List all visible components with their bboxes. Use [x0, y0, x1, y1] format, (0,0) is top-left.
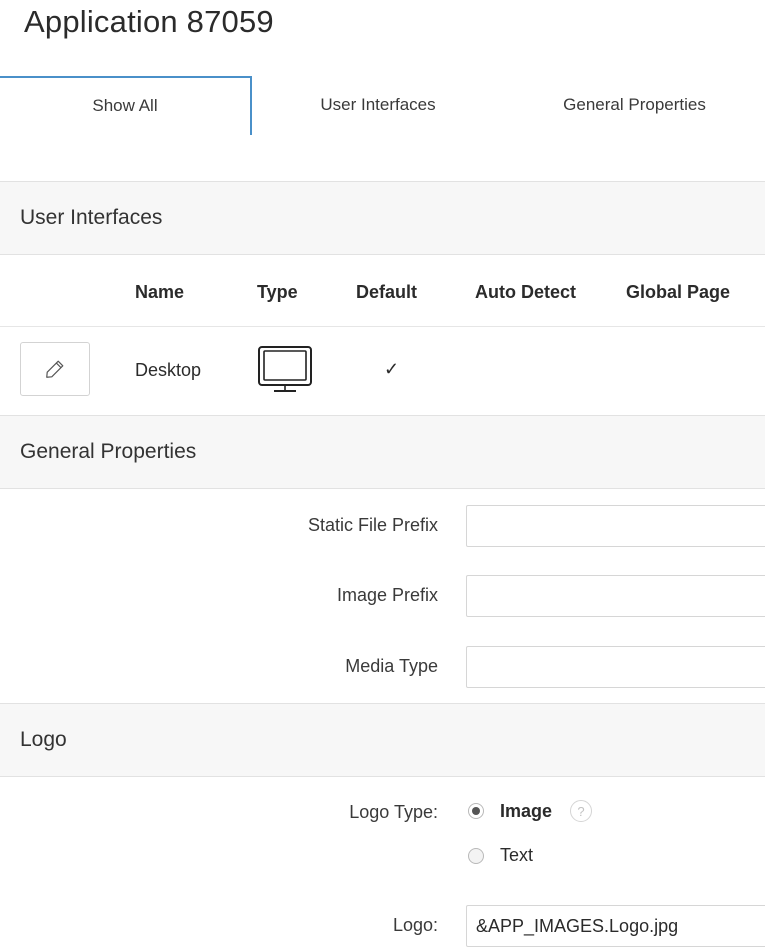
logo-input[interactable]	[466, 905, 765, 947]
media-type-row: Media Type	[0, 646, 765, 690]
static-file-prefix-row: Static File Prefix	[0, 505, 765, 549]
section-title: Logo	[20, 728, 67, 751]
media-type-label: Media Type	[345, 656, 438, 676]
tab-show-all[interactable]: Show All	[0, 76, 252, 135]
column-header-global-page: Global Page	[626, 282, 731, 302]
static-file-prefix-input[interactable]	[466, 505, 765, 547]
ui-name-cell: Desktop	[135, 360, 202, 380]
logo-type-text-option[interactable]: Text	[468, 845, 533, 866]
section-title: General Properties	[20, 440, 197, 463]
section-header-general-properties: General Properties	[0, 415, 765, 489]
logo-type-image-option[interactable]: Image ?	[468, 800, 593, 822]
radio-image-label: Image	[500, 800, 553, 821]
table-row: Desktop ✓	[0, 327, 765, 416]
radio-image[interactable]	[468, 803, 484, 819]
application-page: Application 87059 Show All User Interfac…	[0, 0, 765, 947]
image-prefix-row: Image Prefix	[0, 575, 765, 619]
logo-type-label: Logo Type:	[349, 802, 438, 822]
section-header-logo: Logo	[0, 703, 765, 777]
page-title: Application 87059	[24, 4, 274, 39]
tab-general-properties[interactable]: General Properties	[504, 76, 765, 133]
pencil-icon	[46, 360, 64, 378]
static-file-prefix-label: Static File Prefix	[307, 515, 438, 535]
media-type-input[interactable]	[466, 646, 765, 688]
desktop-monitor-icon	[257, 345, 313, 400]
column-header-default: Default	[356, 282, 418, 302]
edit-button[interactable]	[20, 342, 90, 396]
table-header-row: Name Type Default Auto Detect Global Pag…	[0, 254, 765, 327]
logo-label: Logo:	[392, 915, 438, 935]
image-prefix-label: Image Prefix	[336, 585, 438, 605]
section-title: User Interfaces	[20, 206, 163, 229]
default-checkmark: ✓	[384, 359, 400, 379]
column-header-auto-detect: Auto Detect	[475, 282, 577, 302]
tab-bar: Show All User Interfaces General Propert…	[0, 76, 765, 135]
section-header-user-interfaces: User Interfaces	[0, 181, 765, 255]
tab-user-interfaces[interactable]: User Interfaces	[252, 76, 504, 133]
user-interfaces-table: Name Type Default Auto Detect Global Pag…	[0, 254, 765, 416]
column-header-type: Type	[257, 282, 298, 302]
help-icon[interactable]: ?	[570, 800, 593, 822]
radio-text-label: Text	[500, 845, 534, 865]
radio-text[interactable]	[468, 847, 484, 864]
column-header-name: Name	[135, 282, 185, 302]
image-prefix-input[interactable]	[466, 575, 765, 617]
logo-row: Logo:	[0, 905, 765, 949]
